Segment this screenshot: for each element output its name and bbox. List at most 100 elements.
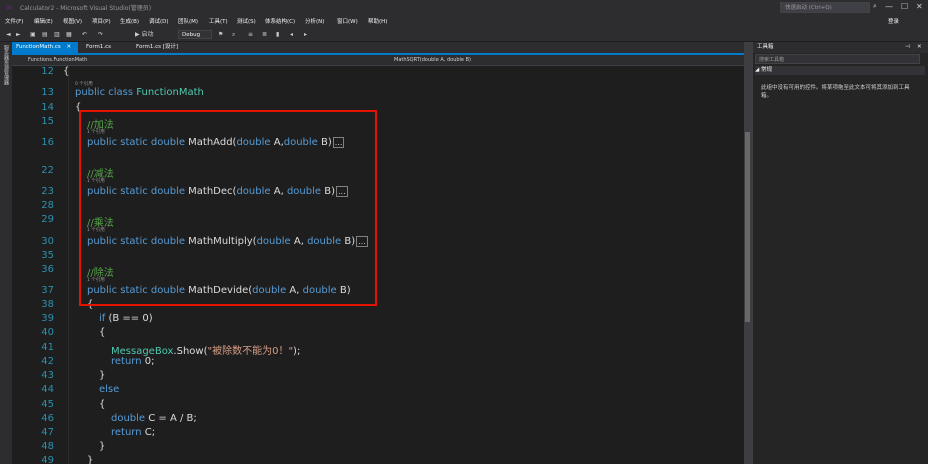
line-number: 23 (41, 186, 54, 197)
line-number: 28 (41, 200, 54, 211)
line-number: 37 (41, 285, 54, 296)
line-number: 45 (41, 399, 54, 410)
line-number: 48 (41, 441, 54, 452)
line-number: 13 (41, 87, 54, 98)
configuration-select[interactable]: Debug (178, 30, 212, 39)
title-bar: ∞ Calculator2 - Microsoft Visual Studio(… (0, 0, 928, 16)
menu-test[interactable]: 测试(S) (237, 16, 256, 28)
toolbox-header: 工具箱 ⊣ ✕ (753, 42, 928, 53)
toolbox-search-input[interactable]: 搜索工具箱 (755, 54, 920, 64)
toolbox-group-general[interactable]: ◢ 常规 (755, 66, 925, 75)
new-project-icon[interactable]: ▣ (30, 30, 36, 39)
visual-studio-logo-icon: ∞ (5, 3, 13, 13)
menu-tools[interactable]: 工具(T) (209, 16, 228, 28)
tab-functionmath[interactable]: FunctionMath.cs ✕ (12, 42, 78, 53)
line-number: 30 (41, 236, 54, 247)
build-icon[interactable]: ⚑ (218, 30, 223, 39)
comment-icon[interactable]: ≡ (248, 30, 253, 39)
menu-edit[interactable]: 编辑(E) (34, 16, 53, 28)
line-number: 16 (41, 137, 54, 148)
menu-window[interactable]: 窗口(W) (337, 16, 358, 28)
tab-label: Form1.cs (86, 44, 111, 50)
login-link[interactable]: 登录 (888, 16, 899, 28)
line-number: 15 (41, 116, 54, 127)
line-number: 41 (41, 342, 54, 353)
line-number: 39 (41, 313, 54, 324)
menu-view[interactable]: 视图(V) (63, 16, 82, 28)
bookmark-icon[interactable]: ▮ (276, 30, 279, 39)
expression: C; (141, 427, 156, 438)
save-all-icon[interactable]: ▦ (66, 30, 72, 39)
code-line: } (99, 441, 106, 452)
line-number: 46 (41, 413, 54, 424)
menu-bar: 文件(F) 编辑(E) 视图(V) 项目(P) 生成(B) 调试(D) 团队(M… (0, 16, 928, 28)
close-icon[interactable]: ✕ (917, 42, 922, 53)
pin-icon[interactable]: ⊣ (905, 42, 910, 53)
keyword: return (111, 427, 142, 438)
close-tab-icon[interactable]: ✕ (67, 44, 72, 50)
class-dropdown[interactable]: Functions.FunctionMath (28, 55, 87, 65)
toolbox-panel: 工具箱 ⊣ ✕ 搜索工具箱 ◢ 常规 此组中没有可用的控件。将某项拖至此文本可将… (752, 42, 928, 464)
code-line: else (99, 384, 120, 395)
server-explorer-label: 服务器资源管理器 (3, 45, 9, 85)
code-line: { (99, 327, 106, 338)
line-number: 22 (41, 165, 54, 176)
close-button[interactable]: ✕ (916, 2, 923, 11)
line-number: 49 (41, 455, 54, 464)
tab-label: Form1.cs [设计] (136, 44, 179, 50)
scrollbar-thumb[interactable] (745, 132, 750, 322)
line-number: 43 (41, 370, 54, 381)
prev-bookmark-icon[interactable]: ◂ (290, 30, 293, 39)
tab-form1-design[interactable]: Form1.cs [设计] (132, 42, 192, 53)
quick-launch-input[interactable]: 快速启动 (Ctrl+Q) (780, 2, 870, 13)
next-bookmark-icon[interactable]: ▸ (304, 30, 307, 39)
line-number: 12 (41, 66, 54, 77)
forward-icon[interactable]: ► (16, 30, 21, 39)
editor-scrollbar[interactable] (744, 42, 752, 464)
save-icon[interactable]: ▥ (54, 30, 60, 39)
keyword: return (111, 356, 142, 367)
menu-help[interactable]: 帮助(H) (368, 16, 387, 28)
find-icon[interactable]: ⌕ (232, 30, 235, 39)
search-icon[interactable]: ⌕ (873, 2, 877, 11)
navigation-bar: Functions.FunctionMath MathSQRT(double A… (12, 55, 744, 66)
maximize-button[interactable]: ☐ (901, 2, 908, 11)
document-tabs: FunctionMath.cs ✕ Form1.cs Form1.cs [设计] (12, 42, 744, 55)
server-explorer-tab[interactable]: 服务器资源管理器 (0, 42, 12, 464)
code-line: MessageBox.Show("被除数不能为0！"); (111, 342, 300, 357)
code-line: if (B == 0) (99, 313, 153, 324)
expression: 0; (141, 356, 155, 367)
minimize-button[interactable]: — (885, 2, 893, 11)
method-call: .Show( (173, 346, 208, 357)
window-title: Calculator2 - Microsoft Visual Studio(管理… (20, 5, 152, 12)
tab-form1[interactable]: Form1.cs (82, 42, 126, 53)
menu-team[interactable]: 团队(M) (178, 16, 198, 28)
code-line: { (99, 399, 106, 410)
member-dropdown[interactable]: MathSQRT(double A, double B) (394, 55, 471, 65)
expression: (B == 0) (105, 313, 153, 324)
line-number: 40 (41, 327, 54, 338)
code-line: } (87, 455, 94, 464)
punctuation: ); (293, 346, 301, 357)
highlight-box (79, 110, 377, 306)
redo-icon[interactable]: ↷ (98, 30, 103, 39)
toolbox-title: 工具箱 (757, 44, 774, 50)
start-button[interactable]: ▶ 启动 (135, 30, 154, 39)
menu-analyze[interactable]: 分析(N) (305, 16, 324, 28)
code-line: } (99, 370, 106, 381)
line-number: 29 (41, 214, 54, 225)
menu-architecture[interactable]: 体系结构(C) (265, 16, 295, 28)
menu-project[interactable]: 项目(P) (92, 16, 111, 28)
uncomment-icon[interactable]: ≣ (262, 30, 267, 39)
menu-build[interactable]: 生成(B) (120, 16, 139, 28)
undo-icon[interactable]: ↶ (82, 30, 87, 39)
menu-file[interactable]: 文件(F) (5, 16, 23, 28)
open-file-icon[interactable]: ▤ (42, 30, 48, 39)
line-number: 38 (41, 299, 54, 310)
editor-margin (68, 66, 69, 464)
code-line: return C; (111, 427, 155, 438)
menu-debug[interactable]: 调试(D) (149, 16, 169, 28)
back-icon[interactable]: ◄ (6, 30, 11, 39)
code-line: return 0; (111, 356, 155, 367)
keyword: double (111, 413, 146, 424)
